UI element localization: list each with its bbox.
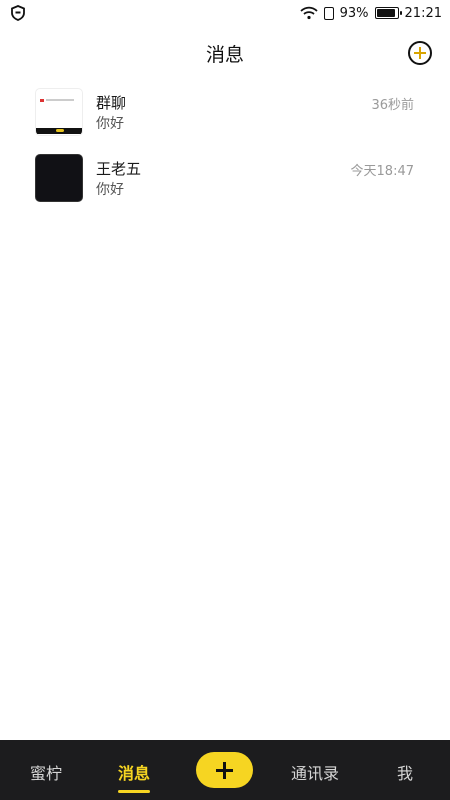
create-post-button[interactable] [196,752,253,788]
plus-icon [414,47,426,59]
nav-item-miling[interactable]: 蜜柠 [30,760,62,784]
nav-item-contacts[interactable]: 通讯录 [291,760,339,784]
status-bar: 93% 21:21 [0,0,450,26]
message-time: 今天18:47 [350,164,414,179]
header: 消息 [0,32,450,74]
last-message: 你好 [96,182,124,198]
message-time: 36秒前 [371,98,414,113]
conversation-name: 群聊 [96,94,127,112]
bottom-nav: 蜜柠 消息 通讯录 我 [0,740,450,800]
list-item[interactable]: 王老五 你好 今天18:47 [0,150,450,214]
conversation-list: 群聊 你好 36秒前 王老五 你好 今天18:47 [0,84,450,214]
last-message: 你好 [96,116,124,132]
shield-icon [11,5,25,21]
battery-icon [374,7,402,19]
avatar [35,88,83,136]
sim-card-icon [323,6,334,20]
conversation-name: 王老五 [96,160,142,178]
wifi-icon [300,6,318,20]
active-tab-indicator [118,790,150,793]
nav-item-messages[interactable]: 消息 [118,760,150,784]
battery-percent: 93% [339,5,369,21]
nav-item-me[interactable]: 我 [397,760,413,784]
page-title: 消息 [205,44,244,66]
clock: 21:21 [404,5,442,21]
list-item[interactable]: 群聊 你好 36秒前 [0,84,450,148]
plus-icon [216,762,233,779]
avatar [35,154,83,202]
add-button[interactable] [408,41,432,65]
